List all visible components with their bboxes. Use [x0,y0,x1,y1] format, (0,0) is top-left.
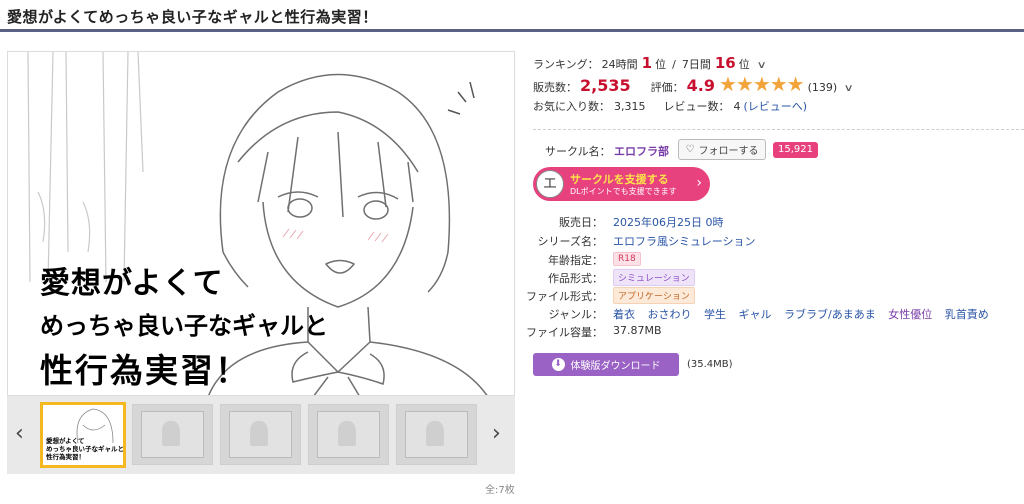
rating-chevron-down-icon[interactable]: ∨ [844,83,854,94]
support-sub-label: DLポイントでも支援できます [570,187,677,196]
genre-tag[interactable]: おさわり [648,308,692,321]
review-value: 4 [733,100,741,113]
trial-download-size: (35.4MB) [687,359,733,370]
follow-button-label: フォローする [698,146,759,157]
section-divider [533,129,1024,130]
prev-arrow-icon[interactable]: ‹ [15,423,24,445]
series-link[interactable]: エロフラ風シミュレーション [613,233,756,249]
review-label: レビュー数： [663,100,730,113]
thumbnail-caption-line3: 性行為実習！ [46,453,85,461]
rating-value: 4.9 [686,76,715,95]
ranking-separator: / [672,58,676,71]
genre-label: ジャンル： [548,308,603,321]
ranking-row: ランキング： 24時間 1 位 / 7日間 16 位 ∨ [533,54,766,72]
ranking-7d-label: 7日間 [681,58,711,71]
follow-button[interactable]: ♡ フォローする [678,139,766,160]
thumbnail-3[interactable] [220,404,301,465]
age-rating-value: R18 [613,251,641,266]
ranking-24h-value: 1 [641,54,653,72]
file-format-value: アプリケーション [613,287,695,304]
thumbnail-2[interactable] [132,404,213,465]
circle-label: サークル名： [545,145,611,158]
ranking-7d-unit: 位 [738,58,750,71]
ranking-label: ランキング： [533,58,599,71]
chevron-right-icon: › [696,175,702,191]
ranking-24h-label: 24時間 [601,58,638,71]
sales-value: 2,535 [580,76,631,95]
genre-tag[interactable]: 乳首責め [945,308,989,321]
ranking-chevron-down-icon[interactable]: ∨ [756,60,766,71]
release-date-label: 販売日： [559,216,603,229]
favorites-label: お気に入り数： [533,100,610,113]
trial-download-button[interactable]: ⬇ 体験版ダウンロード [533,353,679,376]
genre-tag[interactable]: ギャル [739,308,772,321]
circle-name-link[interactable]: エロフラ部 [614,143,669,159]
thumbnail-caption: 愛想がよくて めっちゃ良い子なギャルと 性行為実習！ [46,437,124,461]
application-tag[interactable]: アプリケーション [613,287,695,304]
rating-label: 評価： [650,81,684,94]
genre-tag[interactable]: 着衣 [613,308,635,321]
thumbnail-caption-line2: めっちゃ良い子なギャルと [46,445,124,453]
title-divider [0,29,1024,32]
image-caption-line2: めっちゃ良い子なギャルと [40,312,328,340]
support-main-label: サークルを支援する [570,173,669,186]
simulation-tag[interactable]: シミュレーション [613,269,695,286]
thumbnail-screen [405,411,468,458]
thumbnail-5[interactable] [396,404,477,465]
thumbnail-strip: ‹ 愛想がよくて めっちゃ良い子なギャルと 性行為実習！ › [7,396,515,474]
review-link[interactable]: (レビューへ) [744,98,808,114]
sales-label: 販売数： [533,81,577,94]
ranking-24h-unit: 位 [655,58,667,71]
age-rating-label: 年齢指定： [548,254,603,267]
trial-download-label: 体験版ダウンロード [570,361,661,372]
thumbnail-1[interactable]: 愛想がよくて めっちゃ良い子なギャルと 性行為実習！ [40,402,126,468]
thumbnail-caption-line1: 愛想がよくて [46,437,85,445]
genre-list: 着衣 おさわり 学生 ギャル ラブラブ/あまあま 女性優位 乳首責め [613,306,998,322]
r18-badge[interactable]: R18 [613,252,641,266]
image-caption-line1: 愛想がよくて [40,266,224,301]
sales-row: 販売数： 2,535 評価： 4.9 ★★★★★ (139) ∨ [533,72,854,96]
favorites-row: お気に入り数： 3,315 レビュー数： 4 (レビューへ) [533,98,807,114]
next-arrow-icon[interactable]: › [492,423,501,445]
circle-avatar-icon: エ [536,170,564,198]
follower-count-badge: 15,921 [773,142,818,158]
genre-tag[interactable]: 学生 [704,308,726,321]
image-caption-line3: 性行為実習！ [40,351,250,390]
ranking-7d-value: 16 [714,54,736,72]
support-circle-button[interactable]: エ サークルを支援する DLポイントでも支援できます › [533,167,710,201]
genre-tag[interactable]: ラブラブ/あまあま [784,308,876,321]
heart-icon: ♡ [685,144,695,155]
thumbnail-screen [141,411,204,458]
file-format-label: ファイル形式： [526,290,603,303]
image-counter: 全:7枚 [485,485,515,496]
series-label: シリーズ名： [537,235,603,248]
main-product-image[interactable]: 愛想がよくて めっちゃ良い子なギャルと 性行為実習！ [7,51,515,396]
work-format-label: 作品形式： [548,272,603,285]
favorites-value: 3,315 [614,100,646,113]
release-date-value[interactable]: 2025年06月25日 0時 [613,214,723,230]
thumbnail-4[interactable] [308,404,389,465]
download-icon: ⬇ [551,358,565,371]
genre-tag[interactable]: 女性優位 [888,308,932,321]
thumbnail-screen [229,411,292,458]
work-format-value: シミュレーション [613,269,695,286]
file-size-value: 37.87MB [613,324,662,337]
rating-stars-icon: ★★★★★ [718,72,805,96]
thumbnail-screen [317,411,380,458]
rating-count: (139) [807,81,838,94]
file-size-label: ファイル容量： [526,326,603,339]
page-title: 愛想がよくてめっちゃ良い子なギャルと性行為実習！ [7,8,378,26]
